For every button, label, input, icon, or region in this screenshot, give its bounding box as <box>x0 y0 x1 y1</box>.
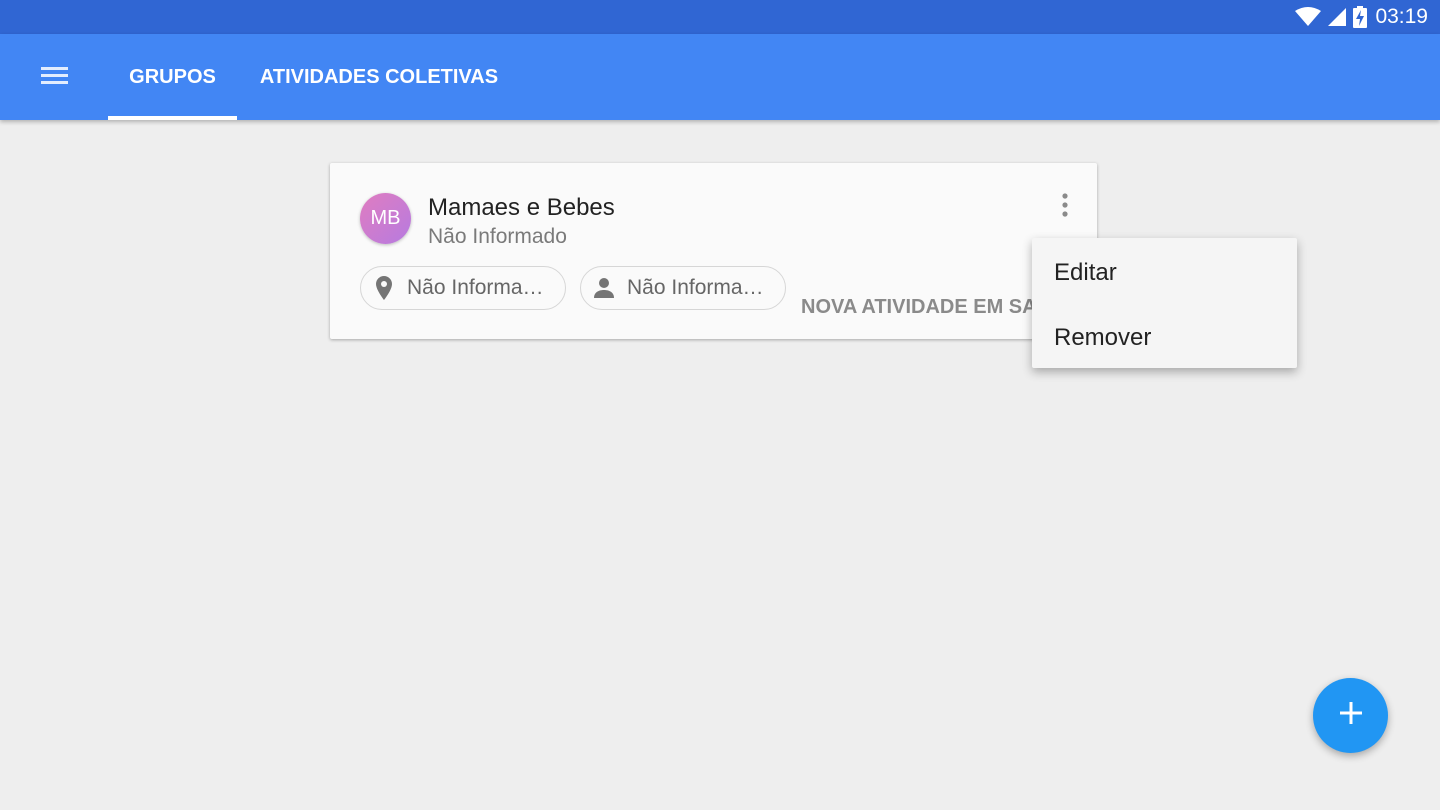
group-subtitle: Não Informado <box>428 225 567 248</box>
add-fab-button[interactable] <box>1313 678 1388 753</box>
context-menu: Editar Remover <box>1032 238 1297 368</box>
person-icon <box>593 278 615 298</box>
nova-atividade-button[interactable]: NOVA ATIVIDADE EM SALA <box>801 296 1063 319</box>
wifi-icon <box>1295 7 1322 27</box>
plus-icon <box>1339 702 1362 729</box>
tab-atividades-coletivas[interactable]: ATIVIDADES COLETIVAS <box>240 34 518 120</box>
status-time: 03:19 <box>1375 5 1428 28</box>
battery-charging-icon <box>1353 6 1368 28</box>
person-chip-label: Não Informa… <box>627 276 764 299</box>
tab-selected-indicator <box>108 116 237 120</box>
person-chip[interactable]: Não Informa… <box>580 266 786 310</box>
more-options-button[interactable] <box>1050 191 1080 223</box>
location-chip[interactable]: Não Informa… <box>360 266 566 310</box>
group-avatar: MB <box>360 193 411 244</box>
group-card[interactable]: MB Mamaes e Bebes Não Informado Não Info… <box>330 163 1097 339</box>
app-bar: GRUPOS ATIVIDADES COLETIVAS <box>0 34 1440 120</box>
status-bar: 03:19 <box>0 0 1440 34</box>
menu-item-remover[interactable]: Remover <box>1032 305 1297 370</box>
hamburger-menu-icon <box>41 65 69 90</box>
location-chip-label: Não Informa… <box>407 276 544 299</box>
location-pin-icon <box>373 276 395 300</box>
signal-icon <box>1327 7 1347 27</box>
more-vert-icon <box>1062 192 1068 222</box>
group-title: Mamaes e Bebes <box>428 194 615 221</box>
status-icons: 03:19 <box>1295 0 1440 34</box>
hamburger-menu-button[interactable] <box>30 56 80 98</box>
menu-item-editar[interactable]: Editar <box>1032 240 1297 305</box>
tab-grupos[interactable]: GRUPOS <box>108 34 237 120</box>
